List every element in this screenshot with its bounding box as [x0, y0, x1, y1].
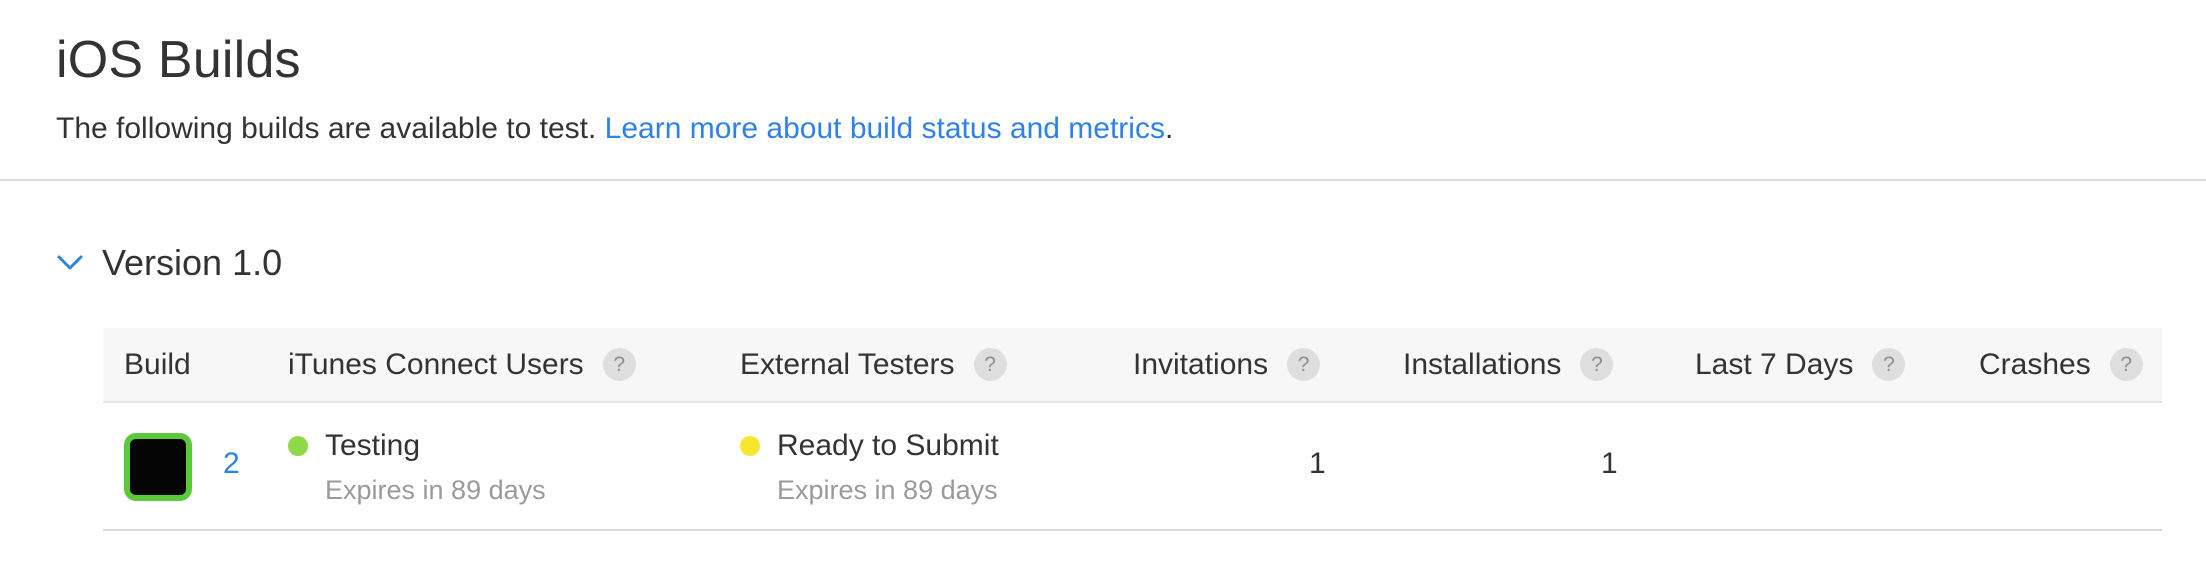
status-dot-icon [740, 436, 760, 456]
column-header-last-7-days: Last 7 Days ? [1695, 328, 1906, 401]
help-icon[interactable]: ? [1580, 348, 1614, 381]
app-icon-image [130, 439, 186, 495]
column-header-build: Build [124, 328, 191, 401]
column-header-invitations: Invitations ? [1133, 328, 1321, 401]
page-header: iOS Builds The following builds are avai… [0, 0, 2206, 181]
learn-more-link[interactable]: Learn more about build status and metric… [605, 112, 1165, 145]
help-icon[interactable]: ? [1872, 348, 1906, 381]
builds-table: Build iTunes Connect Users ? External Te… [103, 328, 2162, 531]
app-icon [124, 433, 192, 501]
external-testers-status: Ready to Submit Expires in 89 days [740, 429, 999, 506]
column-header-external-testers: External Testers ? [740, 328, 1007, 401]
installations-count: 1 [1601, 447, 1618, 480]
version-toggle[interactable]: Version 1.0 [56, 238, 282, 288]
subtitle-period: . [1164, 112, 1174, 145]
expiry-text: Expires in 89 days [325, 475, 546, 505]
help-icon[interactable]: ? [2109, 348, 2143, 381]
status-label: Ready to Submit [777, 429, 999, 462]
build-number-link[interactable]: 2 [223, 447, 240, 481]
expiry-text: Expires in 89 days [777, 475, 998, 505]
help-icon[interactable]: ? [602, 348, 636, 381]
column-label: Last 7 Days [1695, 347, 1854, 381]
column-label: Build [124, 347, 191, 381]
subtitle-text: The following builds are available to te… [56, 112, 605, 145]
chevron-down-icon[interactable] [56, 249, 84, 277]
status-label: Testing [325, 429, 421, 462]
column-label: Crashes [1979, 347, 2091, 381]
column-label: Invitations [1133, 347, 1269, 381]
page: iOS Builds The following builds are avai… [0, 0, 2206, 582]
column-label: Installations [1403, 347, 1562, 381]
column-header-itunes-connect-users: iTunes Connect Users ? [288, 328, 636, 401]
table-header: Build iTunes Connect Users ? External Te… [103, 328, 2162, 403]
status-dot-icon [288, 436, 308, 456]
help-icon[interactable]: ? [973, 348, 1007, 381]
column-header-installations: Installations ? [1403, 328, 1614, 401]
page-title: iOS Builds [56, 31, 301, 89]
version-label: Version 1.0 [102, 242, 283, 283]
invitations-count: 1 [1309, 447, 1326, 480]
table-row: 2 Testing Expires in 89 days Ready to Su… [103, 403, 2162, 531]
help-icon[interactable]: ? [1287, 348, 1321, 381]
page-subtitle: The following builds are available to te… [56, 112, 1173, 146]
column-label: External Testers [740, 347, 955, 381]
column-label: iTunes Connect Users [288, 347, 584, 381]
itunes-connect-status: Testing Expires in 89 days [288, 429, 546, 506]
column-header-crashes: Crashes ? [1979, 328, 2143, 401]
